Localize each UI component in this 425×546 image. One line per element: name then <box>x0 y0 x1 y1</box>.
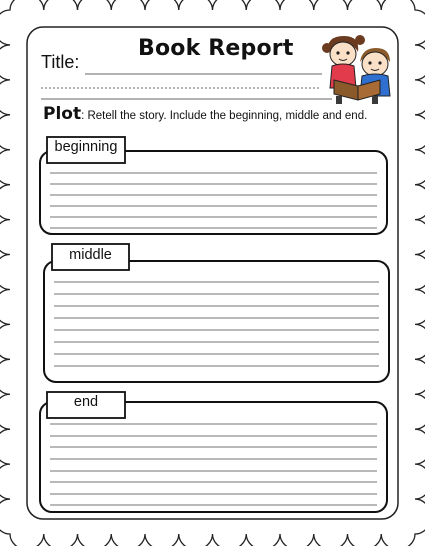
section-label-beginning: beginning <box>54 139 118 155</box>
section-box <box>43 260 390 383</box>
page-heading: Book Report <box>138 36 294 61</box>
plot-word: Plot <box>43 104 82 124</box>
plot-prompt: Plot: Retell the story. Include the begi… <box>43 104 367 124</box>
section-label-middle: middle <box>69 247 112 263</box>
section-label-end: end <box>73 394 99 410</box>
plot-instruction: : Retell the story. Include the beginnin… <box>81 110 368 122</box>
title-label: Title: <box>41 52 80 72</box>
reading-kids-icon <box>322 35 391 104</box>
